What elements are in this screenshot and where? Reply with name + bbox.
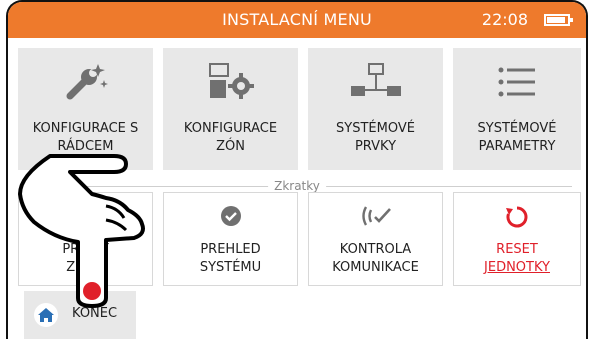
tile-systemove-prvky[interactable]: SYSTÉMOVÉ PRVKY xyxy=(308,48,443,170)
battery-full-icon xyxy=(544,14,573,26)
shortcut-label-line2: SYSTÉMU xyxy=(199,260,262,275)
signal-icon xyxy=(360,205,392,231)
shortcut-label-line2: JEDNOTKY xyxy=(484,260,550,275)
tile-label-line2: PRVKY xyxy=(354,139,397,154)
tile-konfigurace-zon[interactable]: KONFIGURACE ZÓN xyxy=(163,48,298,170)
tile-label-line2: ZÓN xyxy=(216,139,245,154)
shortcut-reset-jednotky[interactable]: RESET JEDNOTKY xyxy=(453,192,581,286)
network-icon xyxy=(350,62,401,106)
title-bar: INSTALACNÍ MENU 22:08 xyxy=(8,2,586,38)
pointing-hand-icon xyxy=(18,154,145,308)
check-circle-icon xyxy=(220,205,242,231)
list-icon xyxy=(497,62,537,106)
shortcuts-label: Zkratky xyxy=(268,179,326,193)
tile-label-line1: KONFIGURACE xyxy=(183,121,278,136)
shortcut-label-line1: PREHLED xyxy=(200,242,261,257)
wrench-sparkle-icon xyxy=(64,62,108,106)
tile-label-line1: KONFIGURACE S xyxy=(32,121,139,136)
shortcut-label-line1: RESET xyxy=(496,242,538,257)
reset-icon xyxy=(505,205,529,233)
tile-label-line1: SYSTÉMOVÉ xyxy=(477,121,557,136)
shortcut-label-line2: KOMUNIKACE xyxy=(332,260,419,275)
tile-systemove-parametry[interactable]: SYSTÉMOVÉ PARAMETRY xyxy=(453,48,581,170)
tile-label-line1: SYSTÉMOVÉ xyxy=(336,121,415,136)
clock: 22:08 xyxy=(481,10,528,29)
shortcut-prehled-systemu[interactable]: PREHLED SYSTÉMU xyxy=(163,192,298,286)
zone-gear-icon xyxy=(208,62,254,106)
tile-label-line2: PARAMETRY xyxy=(478,139,556,154)
shortcut-label-line1: KONTROLA xyxy=(339,242,412,257)
shortcut-kontrola-komunikace[interactable]: KONTROLA KOMUNIKACE xyxy=(308,192,443,286)
touch-dot xyxy=(83,282,101,300)
